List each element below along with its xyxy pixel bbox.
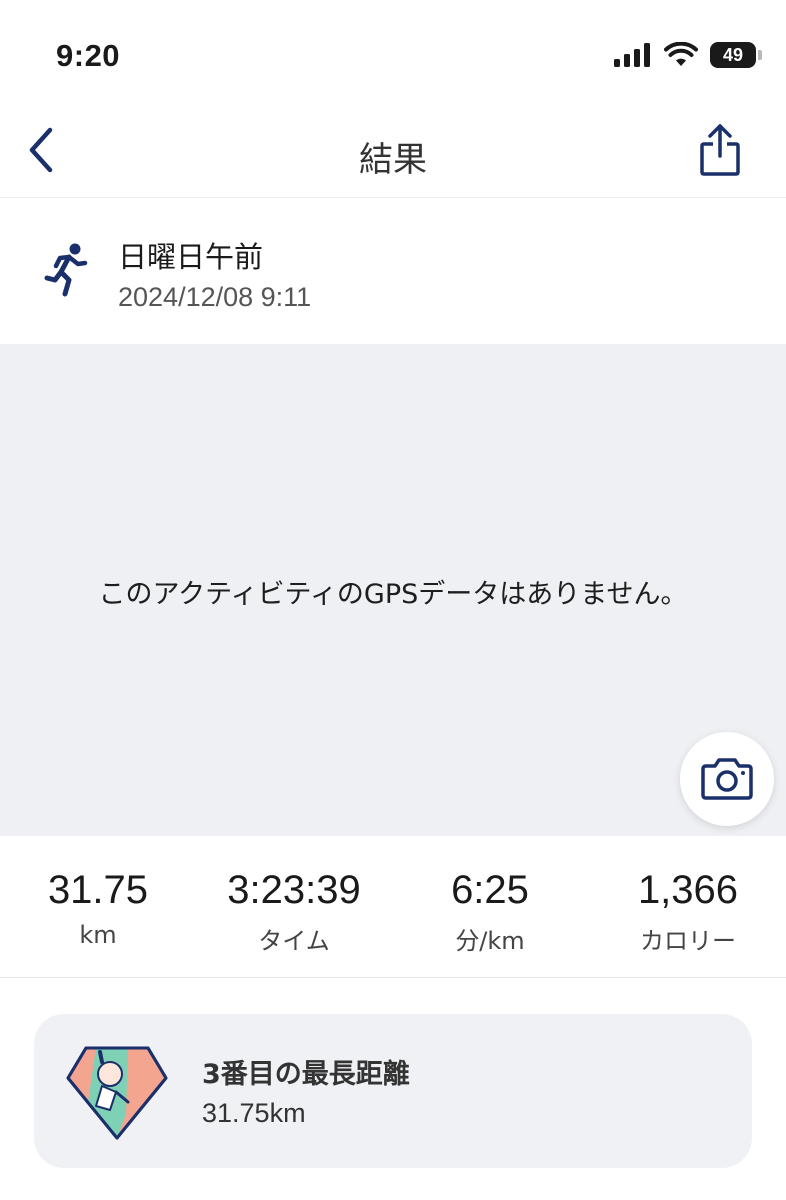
nav-bar: 結果 (0, 110, 786, 198)
battery-icon: 49 (710, 42, 756, 68)
activity-header: 日曜日午前 2024/12/08 9:11 (0, 198, 786, 344)
record-card[interactable]: 3番目の最長距離 31.75km (34, 1014, 752, 1168)
cellular-signal-icon (614, 43, 650, 67)
share-icon[interactable] (698, 122, 742, 178)
record-value: 31.75km (202, 1098, 306, 1128)
activity-name: 日曜日午前 (118, 240, 264, 274)
achievement-badge-icon (66, 1046, 168, 1140)
record-title: 3番目の最長距離 (202, 1059, 410, 1090)
battery-level: 49 (722, 44, 744, 65)
status-icons: 49 (614, 42, 762, 68)
stat-value: 31.75 (47, 868, 149, 912)
status-time: 9:20 (56, 38, 121, 73)
status-bar: 9:20 49 (0, 0, 786, 110)
stats-row: 31.75 km 3:23:39 タイム 6:25 分/km 1,366 カロリ… (0, 836, 786, 978)
add-photo-button[interactable] (680, 732, 774, 826)
stat-time: 3:23:39 タイム (204, 868, 384, 956)
wifi-icon (664, 42, 698, 66)
stat-value: 1,366 (637, 868, 739, 912)
battery-tip (758, 50, 762, 60)
running-person-icon (44, 243, 88, 297)
stat-distance: 31.75 km (8, 868, 188, 949)
camera-icon (701, 758, 753, 800)
activity-datetime: 2024/12/08 9:11 (118, 282, 312, 312)
stat-label: タイム (258, 927, 330, 955)
stat-label: km (79, 921, 117, 949)
map-area: このアクティビティのGPSデータはありません。 (0, 344, 786, 836)
no-gps-message: このアクティビティのGPSデータはありません。 (98, 579, 688, 610)
stat-calories: 1,366 カロリー (598, 868, 778, 956)
page-title: 結果 (359, 140, 427, 180)
stat-value: 6:25 (451, 868, 529, 912)
stat-pace: 6:25 分/km (400, 868, 580, 956)
stat-label: 分/km (455, 927, 525, 955)
stat-label: カロリー (640, 927, 736, 955)
stat-value: 3:23:39 (227, 868, 361, 912)
